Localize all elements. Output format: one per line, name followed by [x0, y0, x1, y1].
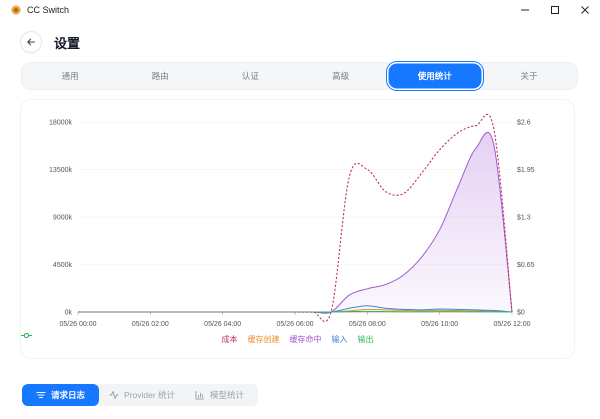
- y-left-tick-label: 4500k: [53, 262, 73, 269]
- legend-item-cost[interactable]: 成本: [21, 333, 238, 345]
- x-tick-label: 05/26 06:00: [277, 321, 314, 328]
- y-right-tick-label: $0: [517, 310, 525, 317]
- y-right-tick-label: $1.95: [517, 167, 535, 174]
- legend-label-cost: 成本: [221, 334, 238, 344]
- minimize-icon: [521, 9, 529, 11]
- x-tick-label: 05/26 00:00: [60, 321, 97, 328]
- y-left-tick-label: 18000k: [49, 120, 72, 127]
- chart-legend: 成本 缓存创建 缓存命中 输入 输出: [21, 332, 574, 346]
- legend-marker-icon: [21, 333, 32, 338]
- maximize-icon: [551, 6, 559, 14]
- legend-label-input: 输入: [331, 334, 348, 344]
- x-tick-label: 05/26 10:00: [421, 321, 458, 328]
- legend-label-cache-create: 缓存创建: [247, 334, 280, 344]
- minimize-button[interactable]: [510, 0, 540, 20]
- usage-chart-card: 0k 4500k 9000k 13500k 18000k $0 $0.65 $1.3 $1.95…: [21, 100, 574, 358]
- tab-about[interactable]: 关于: [484, 65, 574, 87]
- subtab-model-stats-label: 模型统计: [210, 390, 245, 400]
- subtab-model-stats[interactable]: 模型统计: [185, 384, 254, 406]
- subtab-request-logs[interactable]: 请求日志: [22, 384, 100, 406]
- y-left-tick-label: 13500k: [49, 167, 72, 174]
- activity-icon: [109, 391, 119, 399]
- legend-item-input[interactable]: 输入: [21, 333, 348, 345]
- list-icon: [36, 391, 46, 399]
- x-tick-label: 05/26 02:00: [132, 321, 169, 328]
- close-icon: [581, 6, 589, 14]
- settings-tabs: 通用 路由 认证 高级 使用统计 关于: [21, 62, 578, 90]
- bar-chart-icon: [195, 391, 205, 400]
- tab-routing[interactable]: 路由: [115, 65, 205, 87]
- maximize-button[interactable]: [540, 0, 570, 20]
- window-titlebar: CC Switch: [0, 0, 600, 20]
- y-right-tick-label: $0.65: [517, 262, 535, 269]
- close-window-button[interactable]: [570, 0, 600, 20]
- legend-item-cache-create[interactable]: 缓存创建: [21, 333, 280, 345]
- window-title: CC Switch: [27, 5, 70, 15]
- y-left-tick-label: 0k: [65, 310, 73, 317]
- tab-usage-stats[interactable]: 使用统计: [389, 65, 480, 87]
- page-title: 设置: [54, 35, 81, 51]
- x-tick-label: 05/26 08:00: [349, 321, 386, 328]
- series-area-cache-hit: [78, 132, 512, 314]
- y-right-tick-label: $2.6: [517, 120, 531, 127]
- x-tick-label: 05/26 12:00: [494, 321, 531, 328]
- legend-item-output[interactable]: 输出: [21, 333, 374, 345]
- arrow-left-icon: [27, 38, 36, 46]
- subtab-request-logs-label: 请求日志: [51, 390, 86, 400]
- tab-advanced[interactable]: 高级: [296, 65, 386, 87]
- legend-item-cache-hit[interactable]: 缓存命中: [21, 333, 322, 345]
- legend-label-output: 输出: [357, 334, 374, 344]
- legend-label-cache-hit: 缓存命中: [289, 334, 322, 344]
- app-logo-icon: [11, 5, 21, 15]
- usage-chart: 0k 4500k 9000k 13500k 18000k $0 $0.65 $1.3 $1.95…: [49, 113, 535, 328]
- subtab-provider-stats[interactable]: Provider 统计: [99, 384, 185, 406]
- y-right-tick-label: $1.3: [517, 215, 531, 222]
- stats-subtabs: 请求日志 Provider 统计 模型统计: [22, 384, 259, 406]
- settings-header: 设置: [20, 30, 80, 54]
- back-button[interactable]: [20, 31, 42, 53]
- y-left-tick-label: 9000k: [53, 215, 73, 222]
- tab-general[interactable]: 通用: [25, 65, 115, 87]
- subtab-provider-stats-label: Provider 统计: [124, 390, 176, 400]
- x-tick-label: 05/26 04:00: [204, 321, 241, 328]
- tab-auth[interactable]: 认证: [205, 65, 295, 87]
